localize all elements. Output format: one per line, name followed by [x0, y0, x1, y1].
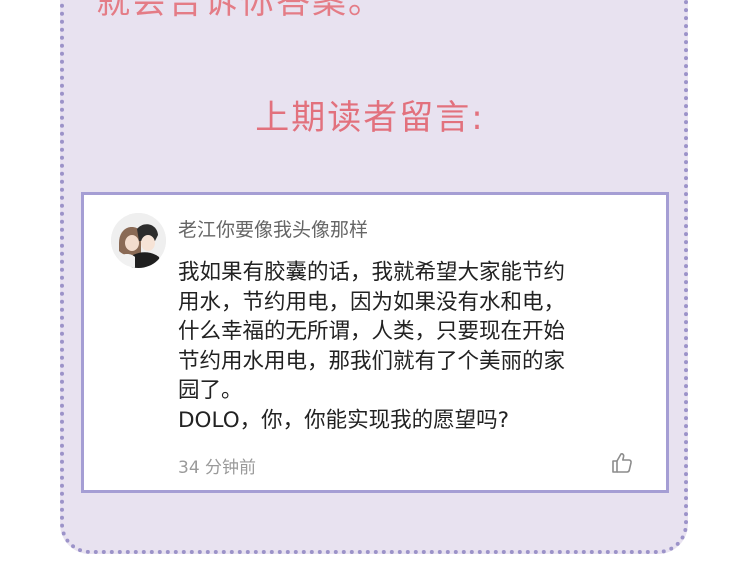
comment-card: 老江你要像我头像那样 我如果有胶囊的话，我就希望大家能节约 用水，节约用电，因为…: [81, 192, 669, 493]
avatar-image: [111, 213, 166, 268]
comment-text: 我如果有胶囊的话，我就希望大家能节约 用水，节约用电，因为如果没有水和电， 什么…: [178, 260, 566, 433]
thumbs-up-icon: [612, 453, 632, 473]
like-button[interactable]: [610, 451, 634, 475]
user-avatar[interactable]: [111, 213, 166, 268]
intro-text-fragment: 就会告诉你答案。: [96, 0, 384, 22]
comment-timestamp: 34 分钟前: [178, 458, 257, 478]
section-title: 上期读者留言:: [255, 98, 485, 138]
comment-username[interactable]: 老江你要像我头像那样: [178, 215, 368, 242]
